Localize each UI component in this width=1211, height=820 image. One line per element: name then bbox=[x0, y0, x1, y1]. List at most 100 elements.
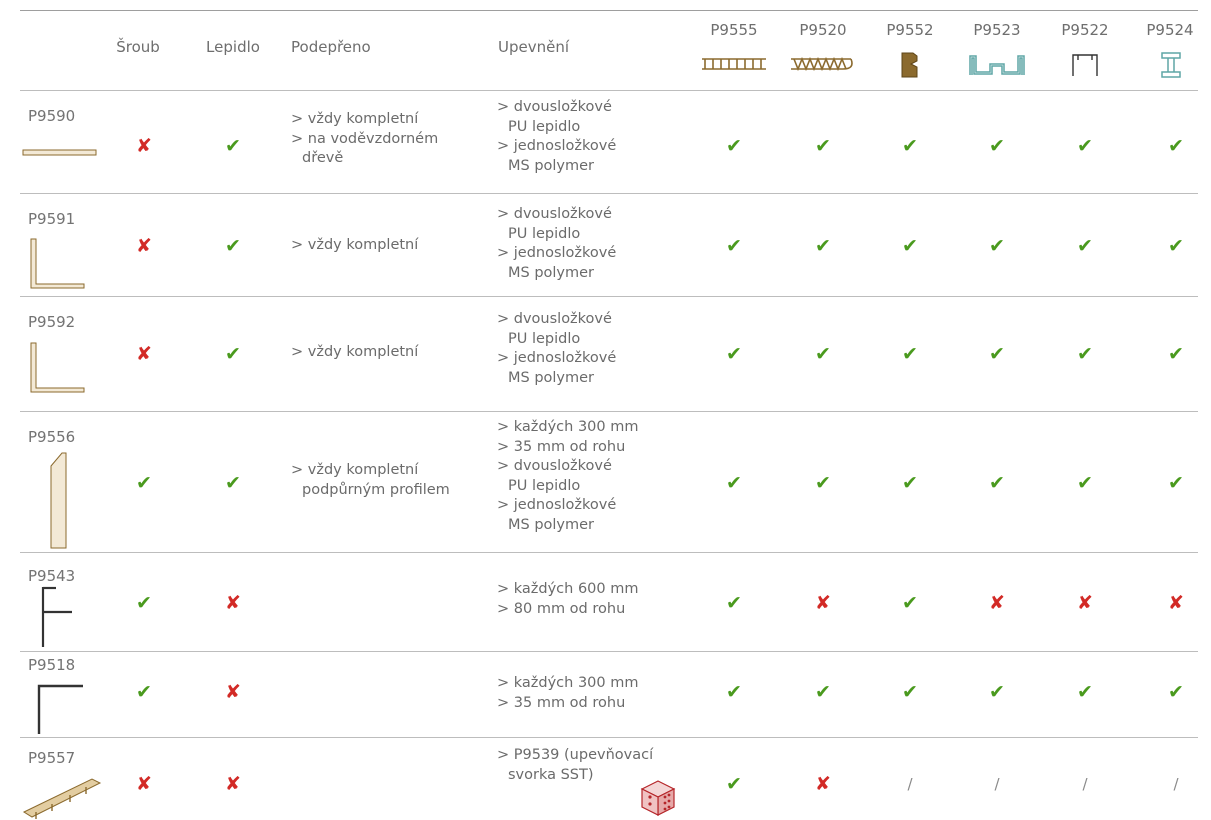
profile-bracket-icon bbox=[1072, 54, 1098, 76]
compat-mark-p9522: ✔ bbox=[1077, 472, 1093, 494]
product-code: P9592 bbox=[28, 313, 76, 331]
compat-mark-p9522: ✘ bbox=[1077, 592, 1093, 614]
profile-channel-icon bbox=[969, 55, 1025, 75]
upevneni-text: > každých 600 mm > 80 mm od rohu bbox=[497, 581, 639, 617]
compat-mark-p9520: ✔ bbox=[815, 681, 831, 703]
upevneni-text: > dvousložkové PU lepidlo > jednosložkov… bbox=[497, 311, 617, 386]
compat-mark-p9520: ✘ bbox=[815, 773, 831, 795]
header-podepreno: Podepřeno bbox=[291, 38, 371, 56]
compat-mark-p9555: ✔ bbox=[726, 343, 742, 365]
sroub-mark: ✔ bbox=[136, 592, 152, 614]
row-divider bbox=[20, 296, 1198, 297]
table-top-rule bbox=[20, 10, 1198, 11]
upevneni-text: > dvousložkové PU lepidlo > jednosložkov… bbox=[497, 99, 617, 174]
compat-mark-p9555: ✔ bbox=[726, 681, 742, 703]
angle-profile-icon bbox=[30, 342, 85, 393]
product-code: P9590 bbox=[28, 107, 76, 125]
sroub-mark: ✘ bbox=[136, 135, 152, 157]
row-divider bbox=[20, 552, 1198, 553]
row-divider bbox=[20, 737, 1198, 738]
header-profile-p9520: P9520 bbox=[799, 21, 847, 39]
lepidlo-mark: ✔ bbox=[225, 235, 241, 257]
header-profile-p9552: P9552 bbox=[886, 21, 934, 39]
compat-mark-p9523: ✔ bbox=[989, 235, 1005, 257]
rail-profile-icon bbox=[22, 778, 102, 819]
header-lepidlo: Lepidlo bbox=[206, 38, 260, 56]
compat-mark-p9524: ✔ bbox=[1168, 343, 1184, 365]
header-profile-p9555: P9555 bbox=[710, 21, 758, 39]
compat-mark-p9524: ✘ bbox=[1168, 592, 1184, 614]
product-code: P9591 bbox=[28, 210, 76, 228]
profile-comb-icon bbox=[702, 58, 766, 70]
angle-profile-icon bbox=[30, 238, 85, 289]
compat-mark-p9552: ✔ bbox=[902, 592, 918, 614]
compat-mark-p9523: ✘ bbox=[989, 592, 1005, 614]
header-sroub: Šroub bbox=[116, 38, 160, 56]
podepreno-text: > vždy kompletní > na voděvzdorném dřevě bbox=[291, 111, 439, 166]
lepidlo-mark: ✔ bbox=[225, 472, 241, 494]
compat-mark-p9552: ✔ bbox=[902, 343, 918, 365]
clip-bracket-icon bbox=[640, 780, 676, 816]
header-profile-p9524: P9524 bbox=[1146, 21, 1194, 39]
compat-mark-p9524: ✔ bbox=[1168, 681, 1184, 703]
lepidlo-mark: ✔ bbox=[225, 135, 241, 157]
product-code: P9543 bbox=[28, 567, 76, 585]
compat-mark-p9523: ✔ bbox=[989, 135, 1005, 157]
lepidlo-mark: ✘ bbox=[225, 773, 241, 795]
compat-mark-p9522: ✔ bbox=[1077, 681, 1093, 703]
compat-mark-p9552: / bbox=[907, 775, 913, 793]
podepreno-text: > vždy kompletní podpůrným profilem bbox=[291, 462, 450, 498]
sroub-mark: ✘ bbox=[136, 235, 152, 257]
row-divider bbox=[20, 193, 1198, 194]
compat-mark-p9524: ✔ bbox=[1168, 135, 1184, 157]
podepreno-text: > vždy kompletní bbox=[291, 237, 419, 253]
compat-mark-p9520: ✔ bbox=[815, 343, 831, 365]
compat-mark-p9523: ✔ bbox=[989, 472, 1005, 494]
compat-mark-p9523: ✔ bbox=[989, 681, 1005, 703]
f-profile-icon bbox=[41, 586, 72, 647]
header-profile-p9522: P9522 bbox=[1061, 21, 1109, 39]
product-code: P9518 bbox=[28, 656, 76, 674]
compat-mark-p9520: ✔ bbox=[815, 472, 831, 494]
flat-strip-icon bbox=[22, 149, 97, 156]
row-divider bbox=[20, 90, 1198, 91]
upevneni-text: > dvousložkové PU lepidlo > jednosložkov… bbox=[497, 206, 617, 281]
compat-mark-p9524: ✔ bbox=[1168, 472, 1184, 494]
compat-mark-p9524: / bbox=[1173, 775, 1179, 793]
row-divider bbox=[20, 651, 1198, 652]
sroub-mark: ✘ bbox=[136, 343, 152, 365]
header-profile-p9523: P9523 bbox=[973, 21, 1021, 39]
compat-mark-p9520: ✔ bbox=[815, 135, 831, 157]
product-code: P9556 bbox=[28, 428, 76, 446]
row-divider bbox=[20, 411, 1198, 412]
lepidlo-mark: ✔ bbox=[225, 343, 241, 365]
compat-mark-p9555: ✔ bbox=[726, 472, 742, 494]
header-upevneni: Upevnění bbox=[498, 38, 570, 56]
sroub-mark: ✔ bbox=[136, 681, 152, 703]
compat-mark-p9555: ✔ bbox=[726, 235, 742, 257]
vertical-board-icon bbox=[50, 452, 67, 549]
compat-mark-p9524: ✔ bbox=[1168, 235, 1184, 257]
compat-mark-p9522: / bbox=[1082, 775, 1088, 793]
compat-mark-p9522: ✔ bbox=[1077, 235, 1093, 257]
compat-mark-p9555: ✔ bbox=[726, 592, 742, 614]
upevneni-text: > každých 300 mm > 35 mm od rohu bbox=[497, 675, 639, 711]
profile-ibeam-icon bbox=[1161, 52, 1181, 78]
sroub-mark: ✘ bbox=[136, 773, 152, 795]
sroub-mark: ✔ bbox=[136, 472, 152, 494]
podepreno-text: > vždy kompletní bbox=[291, 344, 419, 360]
profile-notch-icon bbox=[901, 52, 918, 78]
compat-mark-p9522: ✔ bbox=[1077, 135, 1093, 157]
upevneni-text: > P9539 (upevňovací svorka SST) bbox=[497, 747, 654, 783]
lepidlo-mark: ✘ bbox=[225, 681, 241, 703]
compat-mark-p9523: / bbox=[994, 775, 1000, 793]
upevneni-text: > každých 300 mm > 35 mm od rohu > dvous… bbox=[497, 419, 639, 533]
compat-mark-p9522: ✔ bbox=[1077, 343, 1093, 365]
compat-mark-p9555: ✔ bbox=[726, 135, 742, 157]
profile-zigzag-icon bbox=[791, 56, 853, 72]
compat-mark-p9552: ✔ bbox=[902, 135, 918, 157]
compat-mark-p9552: ✔ bbox=[902, 681, 918, 703]
lepidlo-mark: ✘ bbox=[225, 592, 241, 614]
compat-mark-p9520: ✔ bbox=[815, 235, 831, 257]
corner-profile-icon bbox=[37, 684, 83, 734]
